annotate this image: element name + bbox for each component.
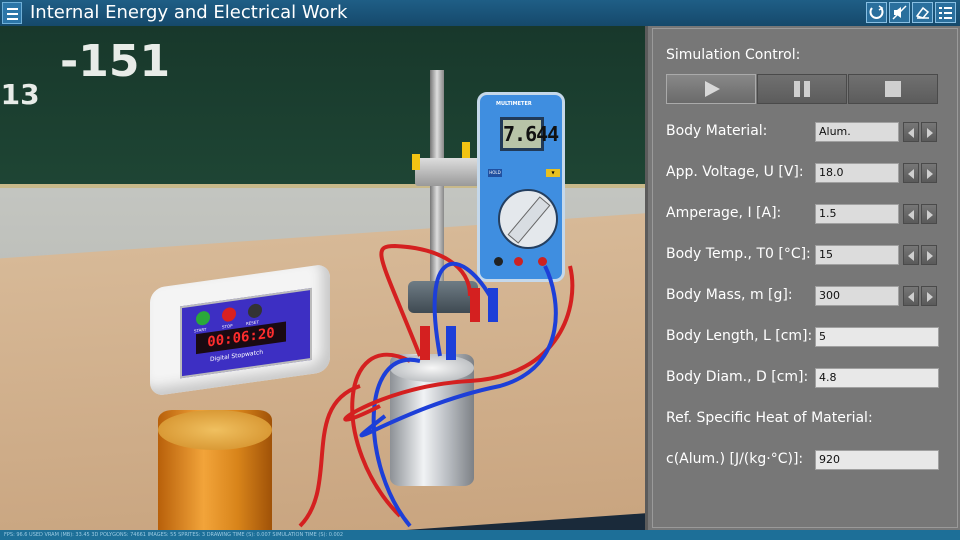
- eraser-icon[interactable]: [912, 2, 933, 23]
- play-icon: [705, 81, 720, 97]
- menu-icon[interactable]: [2, 2, 22, 24]
- specific-heat-field: 920: [815, 450, 939, 470]
- chevron-left-icon: [908, 169, 914, 179]
- simulation-control-label: Simulation Control:: [666, 47, 801, 63]
- control-panel: Simulation Control: Body Material: Alum.…: [645, 26, 960, 530]
- voltage-label: App. Voltage, U [V]:: [666, 164, 804, 180]
- play-button[interactable]: [666, 74, 756, 104]
- chevron-right-icon: [927, 292, 933, 302]
- body-temp-label: Body Temp., T0 [°C]:: [666, 246, 811, 262]
- body-length-field[interactable]: 5: [815, 327, 939, 347]
- voltage-increase[interactable]: [921, 163, 937, 183]
- chevron-left-icon: [908, 128, 914, 138]
- stop-button[interactable]: [848, 74, 938, 104]
- body-material-increase[interactable]: [921, 122, 937, 142]
- body-temp-decrease[interactable]: [903, 245, 919, 265]
- simulation-scene[interactable]: -151 .13 MULTIMETER 7.644 HOLD ▼ START S…: [0, 26, 645, 530]
- chevron-right-icon: [927, 128, 933, 138]
- settings-list-icon[interactable]: [935, 2, 956, 23]
- pause-icon: [794, 81, 810, 97]
- chevron-right-icon: [927, 210, 933, 220]
- amperage-field[interactable]: 1.5: [815, 204, 899, 224]
- stop-icon: [885, 81, 901, 97]
- body-diameter-label: Body Diam., D [cm]:: [666, 369, 809, 385]
- blue-plug[interactable]: [446, 326, 456, 360]
- chevron-right-icon: [927, 169, 933, 179]
- body-material-decrease[interactable]: [903, 122, 919, 142]
- status-bar: FPS: 96.6 USED VRAM (MB): 33.45 3D POLYG…: [0, 530, 960, 540]
- red-plug[interactable]: [470, 288, 480, 322]
- app-title: Internal Energy and Electrical Work: [30, 2, 348, 23]
- chevron-left-icon: [908, 210, 914, 220]
- wires: [298, 243, 575, 528]
- body-length-label: Body Length, L [cm]:: [666, 328, 813, 344]
- reset-view-icon[interactable]: [866, 2, 887, 23]
- specific-heat-label: c(Alum.) [J/(kg·°C)]:: [666, 451, 804, 467]
- pause-button[interactable]: [757, 74, 847, 104]
- title-bar: Internal Energy and Electrical Work: [0, 0, 960, 27]
- mute-icon[interactable]: [889, 2, 910, 23]
- body-mass-increase[interactable]: [921, 286, 937, 306]
- body-mass-field[interactable]: 300: [815, 286, 899, 306]
- amperage-label: Amperage, I [A]:: [666, 205, 782, 221]
- blue-plug[interactable]: [488, 288, 498, 322]
- simulation-controls: [666, 74, 940, 106]
- chevron-left-icon: [908, 292, 914, 302]
- body-material-select[interactable]: Alum.: [815, 122, 899, 142]
- ref-specific-heat-label: Ref. Specific Heat of Material:: [666, 410, 873, 426]
- body-mass-decrease[interactable]: [903, 286, 919, 306]
- body-temp-field[interactable]: 15: [815, 245, 899, 265]
- amperage-increase[interactable]: [921, 204, 937, 224]
- body-material-label: Body Material:: [666, 123, 768, 139]
- body-diameter-field[interactable]: 4.8: [815, 368, 939, 388]
- voltage-decrease[interactable]: [903, 163, 919, 183]
- voltage-field[interactable]: 18.0: [815, 163, 899, 183]
- red-plug[interactable]: [420, 326, 430, 360]
- amperage-decrease[interactable]: [903, 204, 919, 224]
- body-mass-label: Body Mass, m [g]:: [666, 287, 793, 303]
- chevron-left-icon: [908, 251, 914, 261]
- chevron-right-icon: [927, 251, 933, 261]
- body-temp-increase[interactable]: [921, 245, 937, 265]
